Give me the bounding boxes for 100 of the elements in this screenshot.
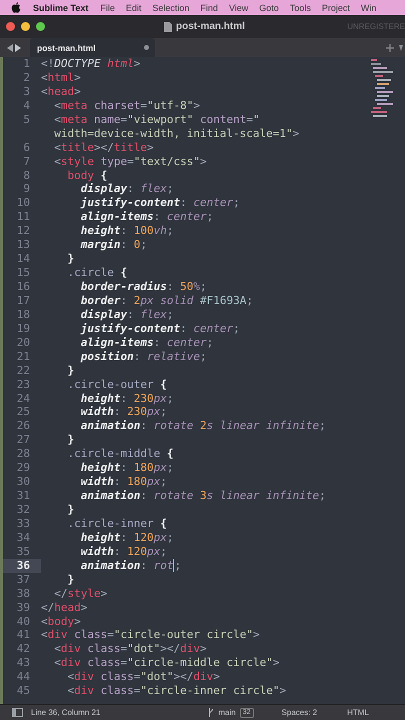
code-line: height: 180px; [80,461,174,476]
line-number: 3 [23,84,30,98]
line-number: 44 [16,670,30,684]
menu-item[interactable]: Find [200,2,218,12]
line-number: 8 [23,168,30,182]
line-number: 6 [23,140,30,154]
minimap [371,59,393,119]
code-line: </head> [41,600,88,614]
line-number: 28 [16,447,30,460]
menu-item[interactable]: File [100,2,115,12]
code-line: body { [66,168,108,182]
line-number: 9 [23,182,30,196]
line-number: 40 [16,614,30,628]
line-number: 13 [16,238,30,252]
close-button[interactable] [6,22,15,31]
line-number: 7 [23,154,30,168]
line-number: 14 [16,252,30,266]
minimize-button[interactable] [21,22,30,31]
menu-item[interactable]: Tools [290,2,311,12]
code-line: .circle-middle { [66,447,174,462]
branch-name[interactable]: main [218,708,236,717]
code-line: align-items: center; [80,210,214,224]
code-line: display: flex; [80,308,174,322]
menu-item[interactable]: Win [360,2,376,12]
code-line: .circle-outer { [66,378,167,392]
file-tab[interactable]: post-man.html [30,38,155,57]
code-line: <meta name="viewport" content=" [53,112,260,127]
code-line: } [66,572,74,587]
line-number: 32 [16,503,30,516]
code-line: } [66,433,74,448]
line-number: 36 [16,558,30,572]
line-number: 23 [16,378,30,391]
code-line: width: 180px; [80,475,167,490]
line-number: 35 [16,544,30,558]
code-line: animation: rotate 3s linear infinite; [80,489,326,503]
line-number: 15 [16,266,30,280]
code-line: align-items: center; [80,336,214,350]
code-line: width: 230px; [80,405,167,420]
code-line: <html> [41,70,81,85]
indentation-setting[interactable]: Spaces: 2 [282,708,318,717]
cursor-position: Line 36, Column 21 [31,708,100,717]
line-number: 19 [16,322,30,335]
line-number: 38 [16,586,30,600]
zoom-button[interactable] [36,22,45,31]
line-number: 45 [16,684,30,698]
code-line: <style type="text/css"> [53,154,207,168]
line-number: 31 [16,489,30,502]
line-number: 22 [16,364,30,377]
code-line: } [66,503,74,517]
forward-arrow-icon [15,44,21,52]
code-line: .circle-inner { [66,516,167,531]
line-number: 42 [16,642,30,656]
line-number: 17 [16,294,30,307]
code-line: <div class="dot"></div> [53,642,207,656]
code-line: justify-content: center; [80,196,240,210]
syntax-setting[interactable]: HTML [347,708,369,717]
line-number: 5 [23,112,30,126]
line-number: 18 [16,308,30,321]
code-line: margin: 0; [80,238,147,252]
code-line: animation: rotate 2s linear infinite; [80,419,326,434]
code-line: height: 100vh; [80,224,174,238]
line-number: 12 [16,224,30,238]
line-number: 4 [23,98,30,112]
line-number: 24 [16,392,30,404]
code-line: <head> [41,84,81,99]
line-number: 10 [16,196,30,210]
code-line: height: 120px; [80,530,174,545]
code-line: <div class="dot"></div> [66,670,220,684]
line-number: 11 [16,210,30,224]
line-number: 37 [16,572,30,586]
code-line: </style> [53,586,108,601]
code-line: <div class="circle-outer circle"> [41,628,260,642]
menu-item[interactable]: Edit [126,2,142,12]
code-line: <title></title> [53,140,154,155]
app-menu[interactable]: Sublime Text [33,2,88,12]
line-number: 41 [16,628,30,642]
line-number: 43 [16,656,30,670]
menu-item[interactable]: Selection [152,2,190,12]
code-line: animation: rot; [80,558,182,573]
code-line: width: 120px; [80,544,167,559]
code-line: .circle { [66,266,128,280]
line-number: 1 [23,57,30,70]
menu-item[interactable]: Project [322,2,350,12]
menu-item[interactable]: Goto [259,2,279,12]
code-line: width=device-width, initial-scale=1"> [53,126,300,141]
apple-logo-icon [11,2,21,13]
code-line: border: 2px solid #F1693A; [80,294,253,308]
menu-item[interactable]: View [228,2,248,12]
line-number: 2 [23,70,30,84]
code-line: <meta charset="utf-8"> [53,98,200,113]
dropdown-caret-icon [399,44,403,50]
plus-icon [386,44,394,52]
code-line: position: relative; [80,350,207,364]
line-number: 26 [16,419,30,432]
line-number: 39 [16,600,30,614]
line-number: 20 [16,336,30,349]
code-line: } [66,364,74,378]
back-arrow-icon [7,44,13,52]
code-line: border-radius: 50%; [80,280,207,294]
code-line: <!DOCTYPE html> [41,57,140,71]
